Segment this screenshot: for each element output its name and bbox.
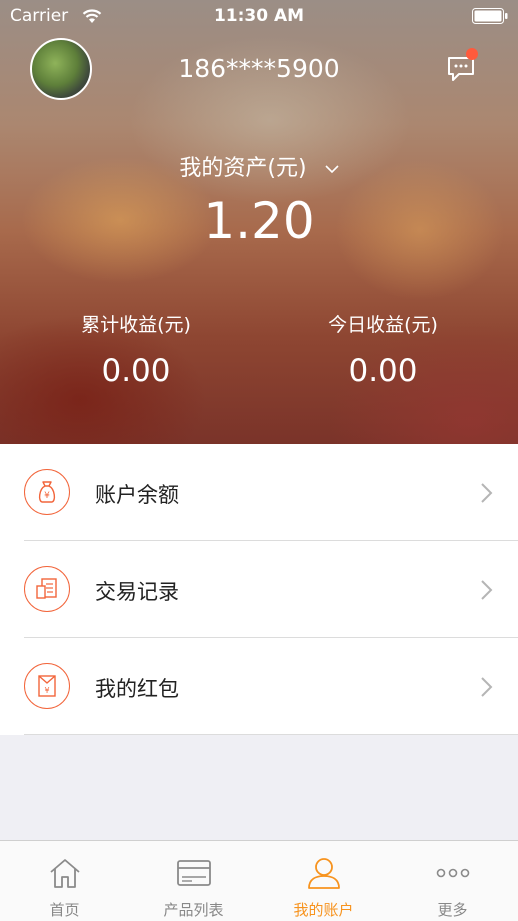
assets-value: 1.20 xyxy=(203,192,315,250)
tab-products[interactable]: 产品列表 xyxy=(129,841,258,921)
tab-label: 首页 xyxy=(49,901,80,919)
assets-label: 我的资产(元) xyxy=(179,156,307,181)
stat-today-earnings: 今日收益(元) 0.00 xyxy=(253,310,513,389)
clock: 11:30 AM xyxy=(213,6,305,26)
menu-item-balance[interactable]: ¥ 账户余额 xyxy=(0,444,518,541)
tab-bar: 首页 产品列表 我的账户 更多 xyxy=(0,840,518,921)
battery-icon xyxy=(472,8,508,24)
tab-label: 产品列表 xyxy=(163,901,224,919)
stat-value: 0.00 xyxy=(101,353,171,389)
user-icon xyxy=(308,858,340,889)
tab-label: 更多 xyxy=(437,901,468,919)
home-icon xyxy=(50,859,80,888)
menu-item-label: 账户余额 xyxy=(95,483,179,507)
transaction-record-icon xyxy=(24,566,70,612)
tab-home[interactable]: 首页 xyxy=(0,841,129,921)
stat-total-earnings: 累计收益(元) 0.00 xyxy=(6,310,266,389)
stat-label: 累计收益(元) xyxy=(81,314,191,336)
chevron-right-icon xyxy=(481,677,493,697)
phone-number: 186****5900 xyxy=(178,54,340,83)
chevron-right-icon xyxy=(481,580,493,600)
tab-more[interactable]: 更多 xyxy=(388,841,517,921)
assets-toggle[interactable]: 我的资产(元) xyxy=(0,150,518,182)
status-bar: Carrier 11:30 AM xyxy=(0,0,518,34)
menu-item-label: 我的红包 xyxy=(95,677,179,701)
chevron-right-icon xyxy=(481,483,493,503)
account-header: Carrier 11:30 AM 186****5900 我的资产(元) 1.2… xyxy=(0,0,518,444)
menu-item-transactions[interactable]: 交易记录 xyxy=(0,541,518,638)
tab-label: 我的账户 xyxy=(293,901,354,919)
stat-value: 0.00 xyxy=(348,353,418,389)
tab-my-account[interactable]: 我的账户 xyxy=(259,841,388,921)
chevron-down-icon xyxy=(325,165,339,174)
svg-text:¥: ¥ xyxy=(44,686,49,695)
red-envelope-icon: ¥ xyxy=(24,663,70,709)
money-bag-icon: ¥ xyxy=(24,469,70,515)
more-icon xyxy=(436,868,470,878)
card-icon xyxy=(177,860,211,886)
unread-badge xyxy=(466,48,478,60)
menu-item-red-envelope[interactable]: ¥ 我的红包 xyxy=(0,638,518,735)
divider xyxy=(24,734,518,735)
account-menu: ¥ 账户余额 交易记录 ¥ 我的红包 xyxy=(0,444,518,735)
stat-label: 今日收益(元) xyxy=(328,314,438,336)
menu-item-label: 交易记录 xyxy=(95,580,179,604)
svg-text:¥: ¥ xyxy=(44,491,50,501)
